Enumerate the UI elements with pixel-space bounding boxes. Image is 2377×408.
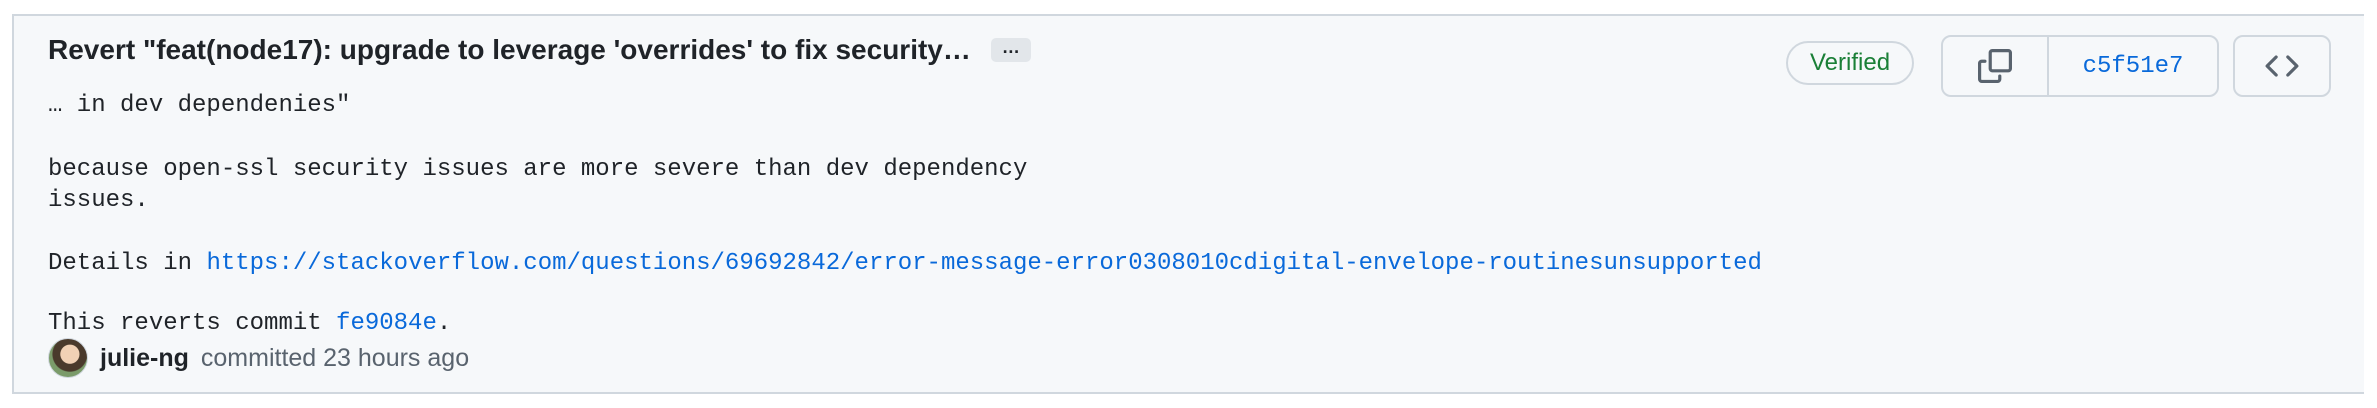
sha-button-group: c5f51e7 (1941, 35, 2219, 97)
author-link[interactable]: julie-ng (100, 344, 189, 373)
commit-title-line: Revert "feat(node17): upgrade to leverag… (48, 34, 1031, 66)
commit-sha-link[interactable]: c5f51e7 (2049, 37, 2217, 95)
reverts-suffix: . (436, 310, 452, 337)
browse-repository-button[interactable] (2233, 35, 2331, 97)
copy-icon (1978, 49, 2012, 83)
commit-body-line-2: because open-ssl security issues are mor… (48, 156, 1028, 183)
avatar[interactable] (48, 338, 88, 378)
copy-sha-button[interactable] (1943, 37, 2049, 95)
commit-row: Revert "feat(node17): upgrade to leverag… (12, 14, 2364, 394)
commit-meta: committed 23 hours ago (200, 343, 470, 372)
details-link[interactable]: https://stackoverflow.com/questions/6969… (206, 250, 1761, 277)
details-prefix: Details in (48, 250, 207, 277)
reverted-commit-link[interactable]: fe9084e (336, 310, 437, 337)
reverts-prefix: This reverts commit (48, 310, 337, 337)
commit-author-line: julie-ng committed 23 hours ago (48, 338, 469, 378)
commit-body-line-3: issues. (48, 187, 149, 214)
code-icon (2265, 55, 2299, 77)
commit-details-line: Details in https://stackoverflow.com/que… (48, 248, 1762, 279)
expand-message-button[interactable]: … (990, 38, 1031, 62)
commit-title-link[interactable]: Revert "feat(node17): upgrade to leverag… (48, 34, 971, 66)
commit-reverts-line: This reverts commit fe9084e. (48, 308, 451, 339)
verified-badge[interactable]: Verified (1786, 41, 1915, 85)
commit-body-line-1: … in dev dependenies" (48, 92, 351, 119)
